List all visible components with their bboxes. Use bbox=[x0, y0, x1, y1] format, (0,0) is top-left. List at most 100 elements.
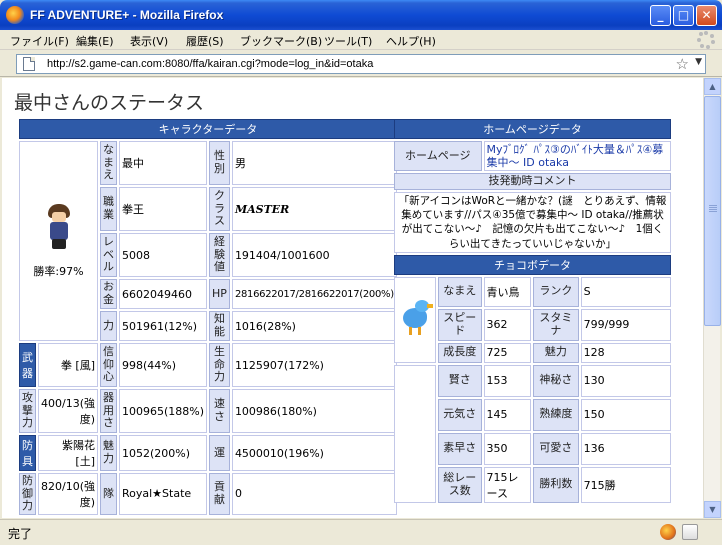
value-speed: 100986(180%) bbox=[231, 389, 397, 433]
label-exp: 経験値 bbox=[209, 233, 230, 277]
chocobo-value-name: 青い鳥 bbox=[483, 276, 532, 307]
value-defense: 820/10(強度) bbox=[38, 473, 98, 515]
addon-status-icon[interactable] bbox=[682, 524, 698, 540]
chocobo-value-speed: 362 bbox=[483, 308, 532, 341]
menu-bar: ファイル(F) 編集(E) 表示(V) 履歴(S) ブックマーク(B) ツール(… bbox=[0, 30, 722, 50]
maximize-button[interactable]: □ bbox=[673, 5, 694, 26]
menu-bookmarks[interactable]: ブックマーク(B) bbox=[240, 33, 322, 49]
title-bar: FF ADVENTURE+ - Mozilla Firefox _ □ ✕ bbox=[0, 0, 722, 30]
chocobo-label-name: なまえ bbox=[438, 276, 482, 307]
value-money: 6602049460 bbox=[119, 279, 208, 309]
label-charm: 魅力 bbox=[100, 435, 117, 471]
chocobo-value-growth: 725 bbox=[483, 342, 532, 363]
scroll-up-icon[interactable]: ▲ bbox=[704, 78, 721, 95]
homepage-link[interactable]: Myﾌﾞﾛｸﾞ ﾊﾟｽ③のﾊﾞｲﾄ大量＆ﾊﾟｽ④募集中～ ID otaka bbox=[483, 141, 671, 172]
chocobo-portrait-cell bbox=[394, 276, 436, 363]
label-money: お金 bbox=[100, 279, 117, 309]
label-party: 隊 bbox=[100, 473, 117, 515]
chocobo-header: チョコボデータ bbox=[394, 254, 671, 275]
label-name: なまえ bbox=[100, 141, 117, 185]
chocobo-label-growth: 成長度 bbox=[438, 342, 482, 363]
win-rate: 勝率:97% bbox=[33, 264, 84, 278]
value-luck: 4500010(196%) bbox=[231, 435, 397, 471]
chocobo-value-wins: 715勝 bbox=[580, 466, 671, 503]
menu-history[interactable]: 履歴(S) bbox=[186, 33, 224, 49]
menu-tools[interactable]: ツール(T) bbox=[324, 33, 372, 49]
chocobo-value-mystery: 130 bbox=[580, 364, 671, 397]
value-armor: 紫陽花 [土] bbox=[38, 435, 98, 471]
label-strength: 力 bbox=[100, 311, 117, 341]
label-hp: HP bbox=[209, 279, 230, 309]
chocobo-value-stamina: 799/999 bbox=[580, 308, 671, 341]
label-level: レベル bbox=[100, 233, 117, 277]
bookmark-star-icon[interactable]: ☆ bbox=[676, 55, 689, 73]
firefox-status-icon[interactable] bbox=[660, 524, 676, 540]
menu-view[interactable]: 表示(V) bbox=[130, 33, 168, 49]
chocobo-label-rank: ランク bbox=[533, 276, 579, 307]
url-bar[interactable]: http://s2.game-can.com:8080/ffa/kairan.c… bbox=[16, 54, 706, 74]
chocobo-value-rank: S bbox=[580, 276, 671, 307]
chocobo-label-energy: 元気さ bbox=[438, 398, 482, 431]
label-contribution: 貢献 bbox=[209, 473, 230, 515]
label-defense: 防御力 bbox=[19, 473, 36, 515]
character-portrait-cell: 勝率:97% bbox=[19, 141, 98, 341]
value-weapon: 拳 [風] bbox=[38, 343, 98, 387]
chocobo-blank-cell bbox=[394, 364, 436, 503]
chocobo-label-mystery: 神秘さ bbox=[533, 364, 579, 397]
value-contribution: 0 bbox=[231, 473, 397, 515]
label-weapon: 武器 bbox=[19, 343, 36, 387]
throbber-icon bbox=[696, 30, 716, 50]
menu-help[interactable]: ヘルプ(H) bbox=[386, 33, 436, 49]
label-homepage: ホームページ bbox=[394, 141, 482, 172]
scroll-down-icon[interactable]: ▼ bbox=[704, 501, 721, 518]
value-faith: 998(44%) bbox=[119, 343, 208, 387]
chocobo-value-agility: 350 bbox=[483, 432, 532, 465]
chocobo-label-races: 総レース数 bbox=[438, 466, 482, 503]
value-dexterity: 100965(188%) bbox=[119, 389, 208, 433]
page-viewport: 最中さんのステータス キャラクターデータ 勝率:97% なまえ 最中 性別 男 … bbox=[2, 78, 703, 518]
value-level: 5008 bbox=[119, 233, 208, 277]
value-name: 最中 bbox=[119, 141, 208, 185]
window-title: FF ADVENTURE+ - Mozilla Firefox bbox=[30, 8, 224, 22]
label-luck: 運 bbox=[209, 435, 230, 471]
homepage-chocobo-table: ホームページデータ ホームページ Myﾌﾞﾛｸﾞ ﾊﾟｽ③のﾊﾞｲﾄ大量＆ﾊﾟｽ… bbox=[392, 117, 673, 505]
label-attack: 攻撃力 bbox=[19, 389, 36, 433]
chocobo-value-energy: 145 bbox=[483, 398, 532, 431]
menu-file[interactable]: ファイル(F) bbox=[10, 33, 69, 49]
status-bar: 完了 bbox=[0, 519, 722, 545]
value-job: 拳王 bbox=[119, 187, 208, 231]
value-exp: 191404/1001600 bbox=[231, 233, 397, 277]
chocobo-label-stamina: スタミナ bbox=[533, 308, 579, 341]
vertical-scrollbar[interactable]: ▲ ▼ bbox=[703, 78, 721, 518]
chocobo-label-wisdom: 賢さ bbox=[438, 364, 482, 397]
value-intelligence: 1016(28%) bbox=[231, 311, 397, 341]
url-text[interactable]: http://s2.game-can.com:8080/ffa/kairan.c… bbox=[47, 58, 373, 70]
homepage-header: ホームページデータ bbox=[394, 119, 671, 139]
close-button[interactable]: ✕ bbox=[696, 5, 717, 26]
minimize-button[interactable]: _ bbox=[650, 5, 671, 26]
skill-comment: 「新アイコンはWoRと一緒かな？(謎 とりあえず、情報集めています//パス④35… bbox=[394, 192, 671, 253]
label-faith: 信仰心 bbox=[100, 343, 117, 387]
label-speed: 速さ bbox=[209, 389, 230, 433]
character-sprite bbox=[44, 203, 74, 250]
value-attack: 400/13(強度) bbox=[38, 389, 98, 433]
chocobo-value-wisdom: 153 bbox=[483, 364, 532, 397]
status-text: 完了 bbox=[8, 527, 33, 541]
label-dexterity: 器用さ bbox=[100, 389, 117, 433]
value-vitality: 1125907(172%) bbox=[231, 343, 397, 387]
skill-comment-header: 技発動時コメント bbox=[394, 173, 671, 191]
value-strength: 501961(12%) bbox=[119, 311, 208, 341]
menu-edit[interactable]: 編集(E) bbox=[76, 33, 114, 49]
scroll-thumb[interactable] bbox=[704, 96, 721, 326]
chocobo-label-wins: 勝利数 bbox=[533, 466, 579, 503]
character-header: キャラクターデータ bbox=[19, 119, 397, 139]
label-class: クラス bbox=[209, 187, 230, 231]
value-gender: 男 bbox=[231, 141, 397, 185]
chocobo-sprite bbox=[397, 298, 433, 338]
page-title: 最中さんのステータス bbox=[14, 92, 205, 114]
label-intelligence: 知能 bbox=[209, 311, 230, 341]
firefox-icon bbox=[6, 6, 24, 24]
url-dropdown-icon[interactable]: ▼ bbox=[695, 57, 702, 67]
chocobo-label-agility: 素早さ bbox=[438, 432, 482, 465]
chocobo-value-races: 715レース bbox=[483, 466, 532, 503]
